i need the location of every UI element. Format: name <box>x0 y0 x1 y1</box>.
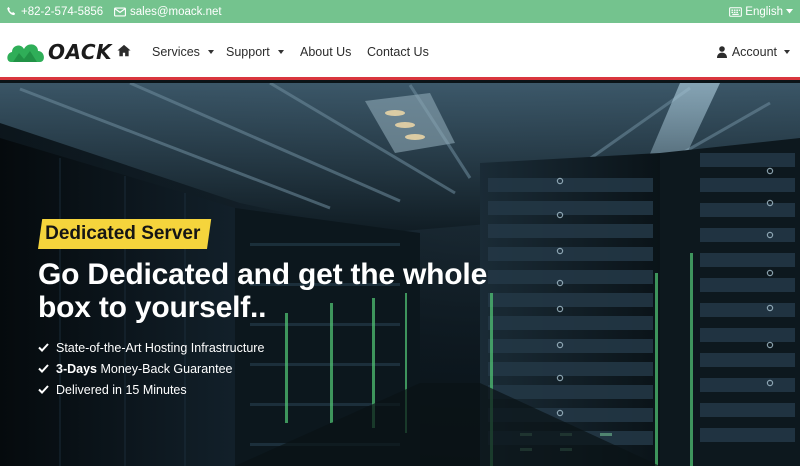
logo-text: OACK <box>48 40 113 64</box>
feature-text: Money-Back Guarantee <box>97 361 233 376</box>
feature-item: State-of-the-Art Hosting Infrastructure <box>38 337 264 358</box>
site-logo[interactable]: OACK <box>6 40 112 64</box>
hero-banner: Dedicated Server Go Dedicated and get th… <box>0 83 800 466</box>
dedicated-server-badge: Dedicated Server <box>38 219 212 249</box>
language-label[interactable]: English <box>745 6 783 18</box>
chevron-down-icon <box>207 49 214 54</box>
check-icon <box>38 343 49 352</box>
nav-services[interactable]: Services <box>152 23 214 80</box>
nav-about-us[interactable]: About Us <box>300 23 351 80</box>
main-navbar: OACK Services Support About Us Contact U… <box>0 23 800 80</box>
feature-highlight: 3-Days <box>56 361 97 376</box>
nav-support[interactable]: Support <box>226 23 284 80</box>
home-button[interactable] <box>117 44 131 62</box>
feature-list: State-of-the-Art Hosting Infrastructure … <box>38 337 264 400</box>
headline-line-2: box to yourself.. <box>38 291 267 324</box>
nav-support-label: Support <box>226 44 270 59</box>
nav-about-label: About Us <box>300 44 352 59</box>
feature-item: Delivered in 15 Minutes <box>38 379 264 400</box>
nav-services-label: Services <box>152 44 200 59</box>
chevron-down-icon <box>786 9 793 14</box>
language-selector[interactable]: English <box>729 0 793 23</box>
email-contact[interactable]: sales@moack.net <box>114 0 222 23</box>
feature-text: Delivered in 15 Minutes <box>56 382 187 397</box>
top-contact-bar: +82-2-574-5856 sales@moack.net English <box>0 0 800 23</box>
hero-headline: Go Dedicated and get the whole box to yo… <box>38 258 558 324</box>
phone-number[interactable]: +82-2-574-5856 <box>21 6 103 18</box>
account-label: Account <box>731 44 777 59</box>
phone-contact[interactable]: +82-2-574-5856 <box>6 0 103 23</box>
home-icon <box>117 44 131 57</box>
feature-item: 3-Days Money-Back Guarantee <box>38 358 264 379</box>
account-menu[interactable]: Account <box>716 23 790 80</box>
chevron-down-icon <box>784 49 790 54</box>
email-address[interactable]: sales@moack.net <box>130 6 222 18</box>
badge-label: Dedicated Server <box>45 223 201 244</box>
check-icon <box>38 385 49 394</box>
logo-cloud-icon <box>7 44 44 62</box>
mail-icon <box>114 7 126 16</box>
chevron-down-icon <box>277 49 284 54</box>
nav-contact-us[interactable]: Contact Us <box>367 23 429 80</box>
feature-text: State-of-the-Art Hosting Infrastructure <box>56 340 265 355</box>
phone-icon <box>7 6 16 16</box>
check-icon <box>38 364 49 373</box>
user-icon <box>716 45 727 58</box>
nav-contact-label: Contact Us <box>367 44 429 59</box>
headline-line-1: Go Dedicated and get the whole <box>38 258 488 291</box>
keyboard-icon <box>729 6 743 17</box>
